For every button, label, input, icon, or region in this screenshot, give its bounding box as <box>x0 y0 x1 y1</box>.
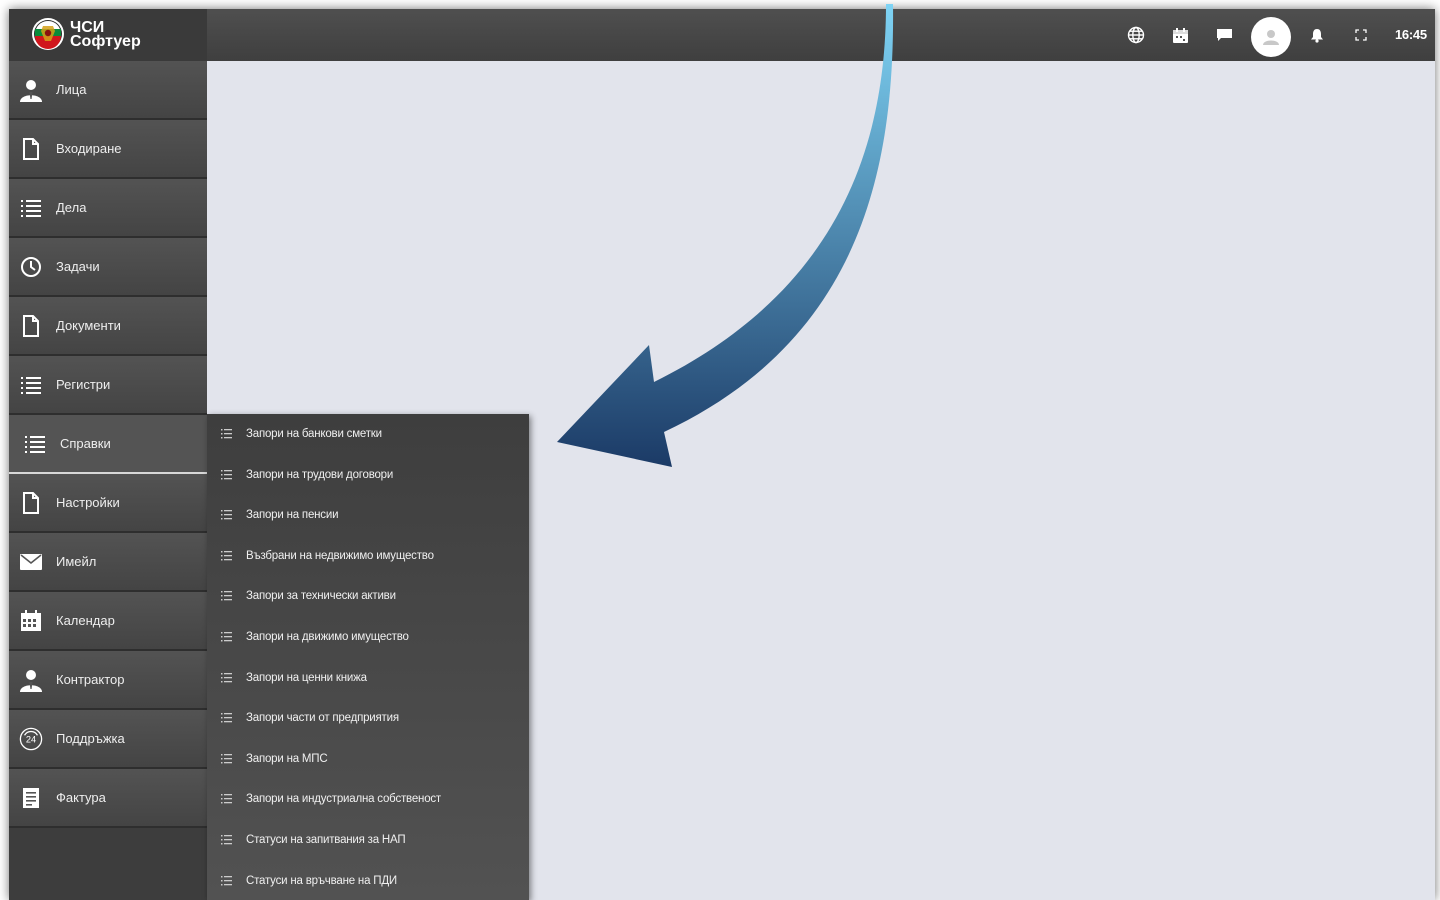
submenu-item-label: Запори на движимо имущество <box>246 631 409 643</box>
fullscreen-icon[interactable] <box>1349 23 1373 47</box>
svg-text:24: 24 <box>26 735 36 745</box>
globe-icon[interactable] <box>1124 23 1148 47</box>
list-icon <box>23 432 47 456</box>
list-icon <box>19 373 43 397</box>
submenu-item[interactable]: Запори на трудови договори <box>207 455 529 495</box>
sidebar-item-label: Календар <box>56 613 115 628</box>
sidebar-item-label: Справки <box>60 436 111 451</box>
document-icon <box>19 137 43 161</box>
sidebar-item-contractor[interactable]: Контрактор <box>9 651 207 710</box>
document-icon <box>19 314 43 338</box>
sidebar-item-label: Настройки <box>56 495 120 510</box>
person-icon <box>19 668 43 692</box>
list-icon <box>221 875 232 886</box>
clock-icon <box>19 255 43 279</box>
submenu-item[interactable]: Запори на банкови сметки <box>207 414 529 454</box>
person-icon <box>19 78 43 102</box>
sidebar-item-label: Контрактор <box>56 672 125 687</box>
list-icon <box>221 469 232 480</box>
list-icon <box>221 510 232 520</box>
calendar-icon <box>19 609 43 633</box>
list-icon <box>221 794 232 804</box>
submenu-item[interactable]: Запори на МПС <box>207 739 529 779</box>
logo-text-line2: Софтуер <box>70 33 141 50</box>
submenu-item-label: Статуси на запитвания за НАП <box>246 834 406 846</box>
submenu-item-label: Запори на ценни книжа <box>246 671 367 684</box>
sidebar-item-reports[interactable]: Справки <box>9 415 207 474</box>
sidebar-item-email[interactable]: Имейл <box>9 533 207 592</box>
invoice-icon <box>19 786 43 810</box>
logo[interactable]: ЧСИ Софтуер <box>9 9 207 61</box>
submenu-item-label: Запори части от предприятия <box>246 712 399 725</box>
sidebar-item-registers[interactable]: Регистри <box>9 356 207 415</box>
submenu-item[interactable]: Запори на пенсии <box>207 495 529 535</box>
calendar-icon[interactable] <box>1168 23 1192 47</box>
submenu-item-label: Статуси на връчване на ПДИ <box>246 874 397 887</box>
submenu-item-label: Запори на пенсии <box>246 509 339 522</box>
list-icon <box>221 632 232 642</box>
document-icon <box>19 491 43 515</box>
submenu-item-label: Запори на банкови сметки <box>246 428 382 440</box>
sidebar-item-label: Поддръжка <box>56 731 125 746</box>
sidebar-item-label: Регистри <box>56 377 111 392</box>
submenu-item[interactable]: Запори на движимо имущество <box>207 617 529 657</box>
list-icon <box>19 196 43 220</box>
submenu-item[interactable]: Запори части от предприятия <box>207 698 529 738</box>
submenu-item[interactable]: Запори за технически активи <box>207 576 529 616</box>
sidebar-item-label: Имейл <box>56 554 97 569</box>
submenu-item[interactable]: Запори на индустриална собственост <box>207 779 529 819</box>
clock-time: 16:45 <box>1395 27 1427 42</box>
sidebar-item-label: Дела <box>56 200 87 215</box>
support-24-icon: 24 <box>19 727 43 751</box>
logo-emblem-icon <box>32 18 64 50</box>
sidebar-item-documents[interactable]: Документи <box>9 297 207 356</box>
sidebar-item-settings[interactable]: Настройки <box>9 474 207 533</box>
list-icon <box>221 753 232 764</box>
list-icon <box>221 835 232 845</box>
submenu-item-label: Запори на трудови договори <box>246 468 394 481</box>
list-icon <box>221 672 232 683</box>
list-icon <box>221 429 232 439</box>
sidebar-item-invoice[interactable]: Фактура <box>9 769 207 828</box>
top-bar: ЧСИ Софтуер 16:45 <box>9 9 1435 61</box>
app-window: ЧСИ Софтуер 16:45 Лица Входиране Дела За… <box>9 9 1435 900</box>
submenu-item[interactable]: Статуси на връчване на ПДИ <box>207 861 529 900</box>
message-icon[interactable] <box>1212 23 1236 47</box>
list-icon <box>221 550 232 561</box>
sidebar-item-incoming[interactable]: Входиране <box>9 120 207 179</box>
submenu-item[interactable]: Статуси на запитвания за НАП <box>207 820 529 860</box>
submenu-item[interactable]: Възбрани на недвижимо имущество <box>207 536 529 576</box>
sidebar-item-calendar[interactable]: Календар <box>9 592 207 651</box>
submenu-item-label: Запори на индустриална собственост <box>246 793 442 806</box>
sidebar-item-label: Входиране <box>56 141 122 156</box>
reports-submenu: Запори на банкови сметки Запори на трудо… <box>207 414 529 900</box>
user-avatar-icon[interactable] <box>1251 17 1291 57</box>
bell-icon[interactable] <box>1305 23 1329 47</box>
sidebar-item-label: Документи <box>56 318 121 333</box>
list-icon <box>221 591 232 601</box>
sidebar-item-support[interactable]: 24 Поддръжка <box>9 710 207 769</box>
sidebar-item-label: Фактура <box>56 790 106 805</box>
submenu-item-label: Възбрани на недвижимо имущество <box>246 549 434 562</box>
envelope-icon <box>19 550 43 574</box>
sidebar-item-cases[interactable]: Дела <box>9 179 207 238</box>
list-icon <box>221 713 232 723</box>
submenu-item[interactable]: Запори на ценни книжа <box>207 658 529 698</box>
sidebar-item-label: Задачи <box>56 259 100 274</box>
submenu-item-label: Запори за технически активи <box>246 590 396 603</box>
submenu-item-label: Запори на МПС <box>246 752 328 765</box>
sidebar: Лица Входиране Дела Задачи Документи Рег… <box>9 61 207 900</box>
sidebar-item-tasks[interactable]: Задачи <box>9 238 207 297</box>
sidebar-item-persons[interactable]: Лица <box>9 61 207 120</box>
sidebar-item-label: Лица <box>56 82 87 97</box>
